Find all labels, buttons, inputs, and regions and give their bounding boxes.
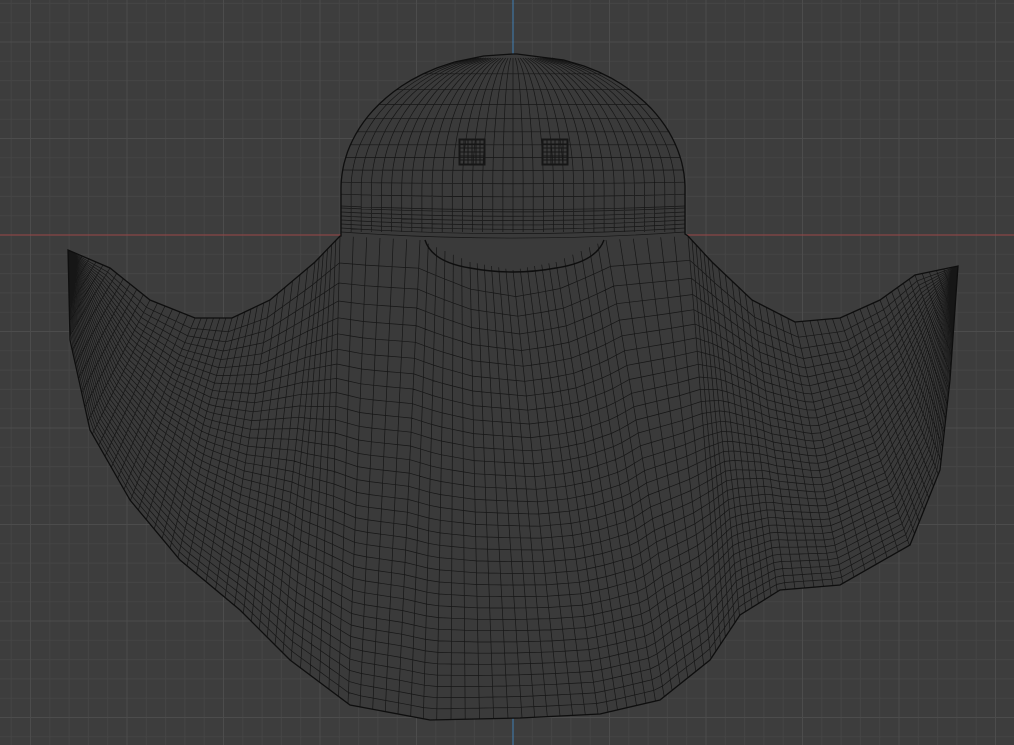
viewport-canvas[interactable] bbox=[0, 0, 1014, 745]
ghost-mesh[interactable] bbox=[67, 53, 959, 721]
3d-viewport[interactable] bbox=[0, 0, 1014, 745]
